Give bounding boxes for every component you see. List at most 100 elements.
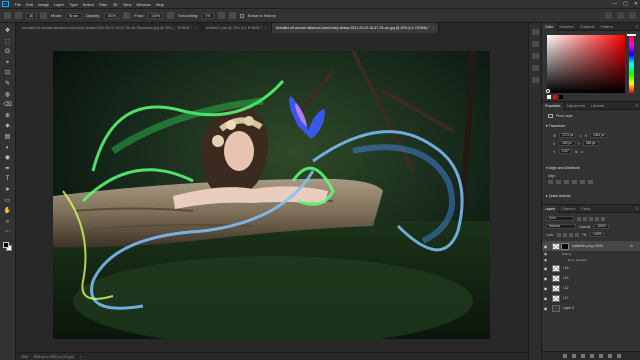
tab-document-1[interactable]: beautiful-elf-woman-fabulous-forest-fair… — [18, 23, 202, 33]
smoothing-field[interactable]: 0% — [202, 12, 214, 19]
document-canvas[interactable] — [53, 51, 490, 339]
layer-row[interactable]: ◉ L12 — [542, 283, 640, 293]
menu-help[interactable]: Help — [153, 0, 166, 9]
hue-slider[interactable] — [629, 35, 634, 93]
fx-icon[interactable]: fx — [630, 244, 633, 248]
tab-document-2[interactable]: Untitled-1.psd @ 25% (L3, RGB/8) * × — [202, 23, 272, 33]
brush-panel-icon[interactable] — [531, 53, 539, 59]
link-icon[interactable]: ∞ — [579, 134, 581, 138]
tab-swatches[interactable]: Swatches — [556, 23, 577, 31]
layer-mask-thumbnail[interactable] — [561, 242, 569, 250]
color-swatches[interactable] — [2, 241, 13, 252]
filter-pixel-icon[interactable] — [577, 216, 581, 221]
tab-color[interactable]: Color — [542, 22, 557, 31]
layer-row[interactable]: ◉ Layer 0 — [542, 303, 640, 313]
color-picker-field[interactable] — [547, 35, 625, 93]
layer-name[interactable]: butterflies-png-19344 — [572, 244, 603, 248]
menu-type[interactable]: Type — [67, 0, 81, 9]
tab-patterns[interactable]: Patterns — [598, 23, 617, 31]
home-icon[interactable] — [4, 12, 11, 19]
gear-icon[interactable] — [217, 12, 225, 19]
layer-name[interactable]: Layer 0 — [563, 306, 574, 310]
eye-icon[interactable]: ◉ — [542, 252, 549, 256]
blend-mode-select[interactable]: Normal — [546, 224, 576, 229]
panel-menu-icon[interactable]: ≡ — [636, 206, 640, 211]
hand-tool-icon[interactable]: ✋ — [4, 208, 12, 215]
y-field[interactable]: 983 px — [582, 141, 599, 146]
layer-opacity-field[interactable]: 100% — [594, 224, 609, 229]
close-icon[interactable]: × — [195, 26, 197, 30]
new-layer-icon[interactable] — [607, 354, 612, 358]
gradient-tool-icon[interactable]: ◐ — [4, 145, 12, 152]
brush-size-field[interactable]: 46 — [26, 12, 36, 19]
add-mask-icon[interactable] — [580, 354, 585, 358]
menu-edit[interactable]: Edit — [23, 0, 35, 9]
menu-view[interactable]: View — [120, 0, 134, 9]
color-chip[interactable] — [547, 95, 551, 99]
filter-smart-icon[interactable] — [601, 216, 605, 221]
x-field[interactable]: -160 px — [558, 141, 575, 146]
menu-file[interactable]: File — [12, 0, 23, 9]
layer-filter-select[interactable]: Kind — [546, 216, 574, 221]
transform-section-header[interactable]: ▾ Transform — [546, 124, 565, 128]
menu-window[interactable]: Window — [134, 0, 153, 9]
marquee-tool-icon[interactable]: ⬚ — [4, 39, 12, 46]
eyedropper-tool-icon[interactable]: ✎ — [4, 81, 12, 88]
menu-3d[interactable]: 3D — [110, 0, 120, 9]
group-icon[interactable] — [598, 354, 603, 358]
opacity-field[interactable]: 100% — [104, 12, 120, 19]
eye-icon[interactable]: ◉ — [542, 306, 549, 311]
zoom-level[interactable]: 25% — [21, 355, 28, 359]
crop-tool-icon[interactable]: ⊡ — [4, 70, 12, 77]
dodge-tool-icon[interactable]: ◉ — [4, 155, 12, 162]
eye-icon[interactable]: ◉ — [542, 286, 549, 291]
airbrush-icon[interactable] — [167, 12, 175, 19]
hue-slider-handle[interactable] — [627, 34, 636, 36]
actions-panel-icon[interactable] — [531, 41, 539, 47]
fill-field[interactable]: 100% — [590, 232, 605, 237]
align-middle-icon[interactable] — [580, 180, 585, 184]
menu-select[interactable]: Select — [80, 0, 96, 9]
more-tools-icon[interactable]: ⋯ — [4, 229, 12, 236]
history-brush-tool-icon[interactable]: ▤ — [4, 134, 12, 141]
eye-icon[interactable]: ◉ — [542, 258, 549, 262]
close-icon[interactable]: ✕ — [634, 0, 638, 9]
color-chip[interactable] — [553, 95, 557, 99]
height-field[interactable]: 1391 px — [589, 133, 608, 138]
angle-field[interactable]: 0.00° — [558, 149, 573, 154]
close-icon[interactable]: × — [432, 26, 434, 30]
lasso-tool-icon[interactable]: ʘ — [4, 49, 12, 56]
eye-icon[interactable]: ◉ — [542, 244, 549, 249]
canvas-area[interactable] — [18, 33, 528, 353]
healing-brush-tool-icon[interactable]: ◍ — [4, 92, 12, 99]
lock-all-icon[interactable] — [574, 232, 579, 237]
panel-menu-icon[interactable]: ≡ — [636, 24, 640, 29]
quick-select-tool-icon[interactable]: ⌖ — [4, 60, 12, 67]
add-style-icon[interactable] — [571, 354, 576, 358]
move-tool-icon[interactable]: ✥ — [4, 28, 12, 35]
foreground-color[interactable] — [2, 241, 9, 248]
angle-icon[interactable] — [228, 12, 236, 19]
brush-tool-icon[interactable]: ⊕ — [4, 113, 12, 120]
align-right-icon[interactable] — [564, 180, 569, 184]
layer-name[interactable]: L15 — [563, 276, 569, 280]
layer-name[interactable]: L17 — [563, 296, 569, 300]
close-icon[interactable]: × — [265, 26, 267, 30]
zoom-tool-icon[interactable]: ⌕ — [4, 219, 12, 226]
menu-filter[interactable]: Filter — [96, 0, 110, 9]
tab-properties[interactable]: Properties — [542, 101, 564, 110]
align-top-icon[interactable] — [572, 180, 577, 184]
workspace-icon[interactable] — [617, 12, 624, 19]
eye-icon[interactable]: ◉ — [542, 266, 549, 271]
mode-select[interactable]: Brush — [66, 12, 82, 19]
tab-channels[interactable]: Channels — [558, 205, 578, 213]
paragraph-panel-icon[interactable] — [531, 77, 539, 83]
layer-row[interactable]: ◉ L17 — [542, 293, 640, 303]
align-bottom-icon[interactable] — [588, 180, 593, 184]
color-chip[interactable] — [559, 95, 563, 99]
quick-actions-header[interactable]: ▸ Quick Actions — [546, 194, 571, 198]
search-icon[interactable] — [605, 12, 612, 19]
lock-pixels-icon[interactable] — [562, 232, 567, 237]
filter-shape-icon[interactable] — [595, 216, 599, 221]
layer-name[interactable]: L12 — [563, 286, 569, 290]
